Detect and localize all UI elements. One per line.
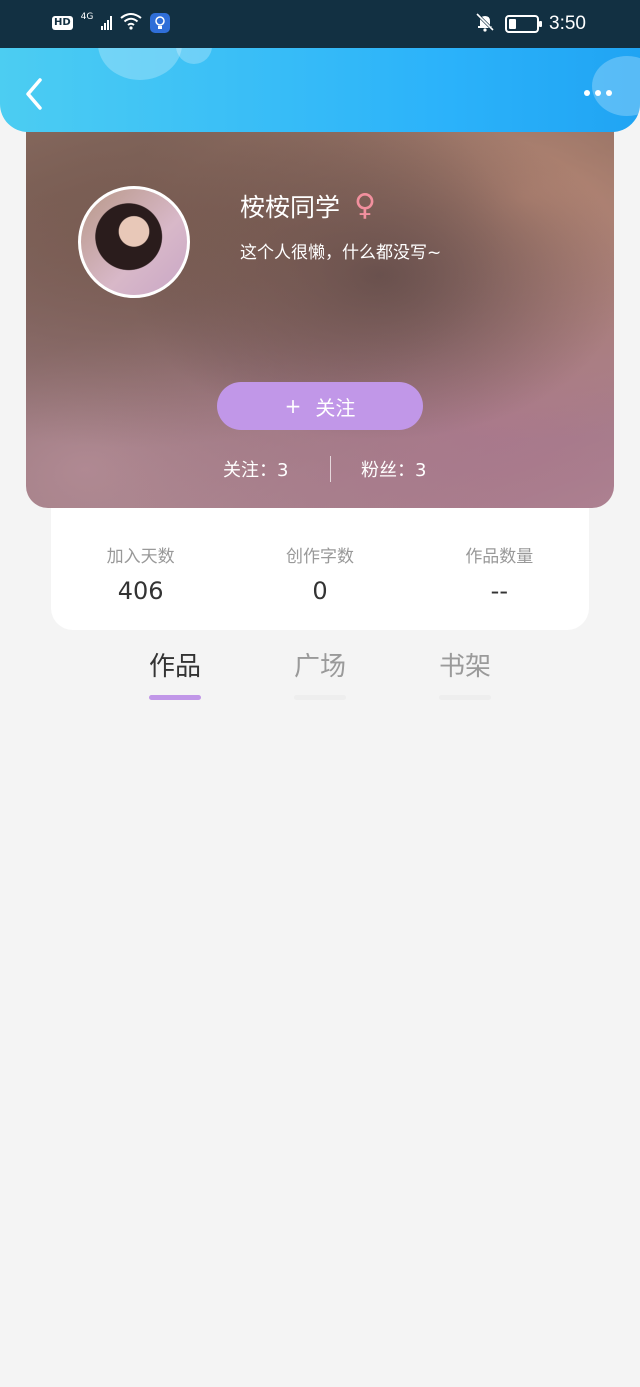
follow-button-label: 关注: [315, 395, 356, 420]
battery-icon: [505, 15, 543, 33]
bell-muted-icon: [475, 12, 495, 36]
tab-label: 书架: [438, 652, 491, 682]
back-button[interactable]: [18, 76, 50, 112]
count-divider: [330, 456, 331, 482]
signal-icon: [101, 16, 113, 30]
network-type-label: 4G: [80, 12, 94, 22]
status-time: 3:50: [549, 13, 586, 34]
stat-join-days: 加入天数 406: [51, 508, 230, 630]
female-gender-icon: ♀: [354, 188, 376, 223]
more-options-button[interactable]: [584, 90, 612, 96]
profile-banner: 桉桉同学 ♀ 这个人很懒，什么都没写~ + 关注 关注：3 粉丝：3: [26, 120, 614, 508]
follow-button[interactable]: + 关注: [217, 382, 423, 430]
top-navigation-bar: [0, 48, 640, 132]
hd-icon: HD: [52, 16, 73, 30]
follow-counts: 关注：3 粉丝：3: [26, 456, 614, 482]
status-bar: HD 4G 3:50: [0, 0, 640, 48]
user-bio: 这个人很懒，什么都没写~: [240, 243, 442, 263]
avatar[interactable]: [78, 186, 190, 298]
plus-icon: +: [284, 394, 302, 418]
tab-active-indicator: [149, 695, 201, 700]
decorative-bubble: [98, 48, 182, 80]
stat-value: 0: [312, 577, 328, 605]
tab-bookshelf[interactable]: 书架: [415, 646, 515, 700]
chevron-left-icon: [26, 78, 42, 110]
tab-label: 广场: [293, 652, 346, 682]
tab-indicator: [294, 695, 346, 700]
stat-label: 加入天数: [106, 547, 175, 567]
decorative-bubble: [176, 48, 212, 64]
username-row: 桉桉同学 ♀: [240, 188, 376, 224]
tab-content-area: [0, 710, 640, 1387]
stat-label: 创作字数: [285, 547, 354, 567]
stat-works-count: 作品数量 --: [410, 508, 589, 630]
lightbulb-icon: [150, 13, 171, 33]
stat-value: 406: [117, 577, 164, 605]
stats-card: 加入天数 406 创作字数 0 作品数量 --: [51, 508, 589, 630]
tab-works[interactable]: 作品: [125, 646, 225, 700]
following-count[interactable]: 关注：3: [223, 456, 288, 482]
followers-count[interactable]: 粉丝：3: [361, 456, 426, 482]
stat-word-count: 创作字数 0: [230, 508, 409, 630]
status-right-icons: 3:50: [475, 12, 586, 36]
status-left-icons: HD 4G: [52, 12, 171, 34]
tab-square[interactable]: 广场: [270, 646, 370, 700]
wifi-icon: [120, 12, 142, 34]
content-tabs: 作品 广场 书架: [0, 646, 640, 706]
username: 桉桉同学: [240, 193, 341, 222]
stat-label: 作品数量: [465, 547, 534, 567]
more-dots-icon: [584, 90, 590, 96]
tab-indicator: [439, 695, 491, 700]
decorative-bubble: [592, 56, 640, 116]
tab-label: 作品: [148, 652, 201, 682]
stat-value: --: [490, 577, 508, 605]
